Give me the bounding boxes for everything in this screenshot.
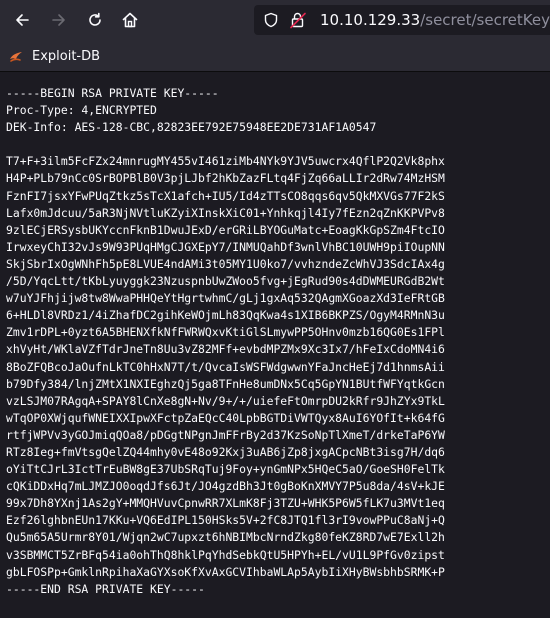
navigation-toolbar: 10.10.129.33/secret/secretKey — [0, 0, 550, 40]
forward-arrow-icon — [52, 14, 65, 26]
bookmarks-toolbar: Exploit-DB — [0, 40, 550, 72]
browser-chrome: 10.10.129.33/secret/secretKey Exploit-DB — [0, 0, 550, 72]
rsa-private-key-text: -----BEGIN RSA PRIVATE KEY----- Proc-Typ… — [6, 86, 445, 596]
forward-button[interactable] — [47, 8, 71, 32]
back-arrow-icon — [16, 14, 29, 26]
url-text[interactable]: 10.10.129.33/secret/secretKey — [320, 11, 550, 29]
page-content: -----BEGIN RSA PRIVATE KEY----- Proc-Typ… — [0, 72, 550, 618]
bookmark-label: Exploit-DB — [32, 48, 101, 64]
insecure-lock-icon[interactable] — [289, 11, 307, 29]
url-host: 10.10.129.33 — [320, 11, 421, 29]
home-icon — [122, 12, 138, 28]
exploit-db-icon — [10, 52, 22, 62]
back-button[interactable] — [10, 8, 34, 32]
reload-button[interactable] — [83, 8, 107, 32]
shield-icon[interactable] — [263, 12, 279, 28]
url-path: /secret/secretKey — [420, 11, 550, 29]
address-bar[interactable]: 10.10.129.33/secret/secretKey — [254, 5, 550, 35]
bookmark-exploit-db[interactable]: Exploit-DB — [8, 44, 100, 68]
reload-icon — [89, 12, 101, 26]
home-button[interactable] — [118, 8, 142, 32]
